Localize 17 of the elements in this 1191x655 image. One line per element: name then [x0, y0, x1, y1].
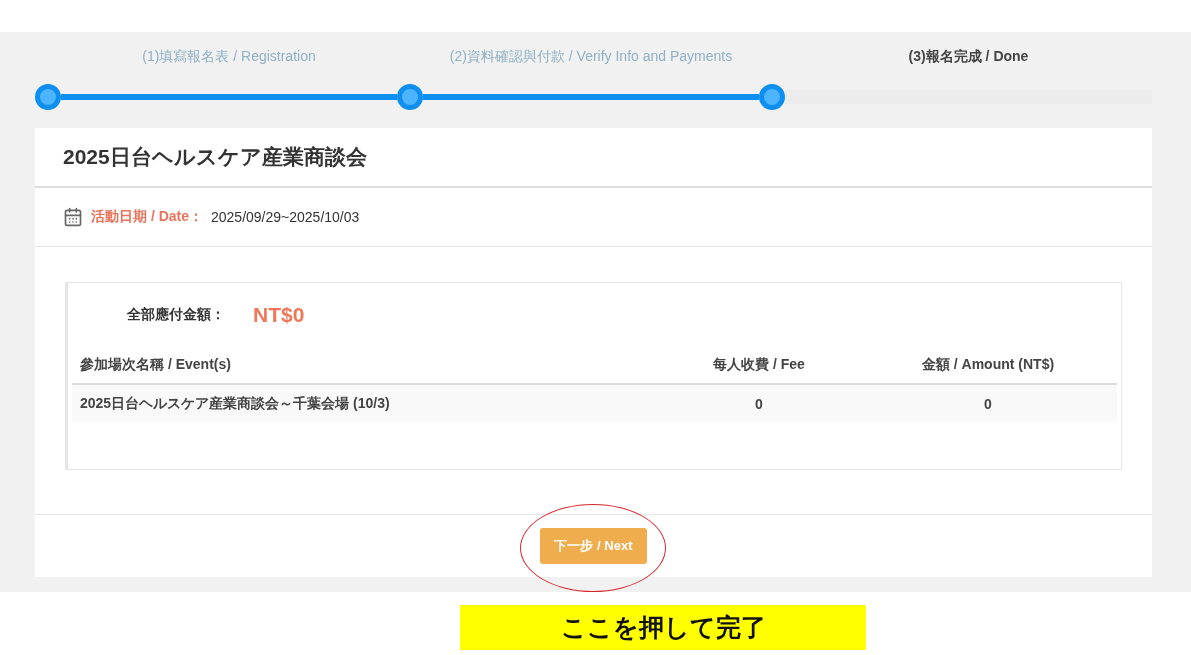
instruction-banner: ここを押して完了 — [460, 605, 866, 650]
step-dot — [759, 84, 785, 110]
table-cell: 0 — [659, 385, 859, 422]
date-label: 活動日期 / Date： — [91, 208, 203, 226]
table-cell: 0 — [859, 385, 1117, 422]
total-amount: NT$0 — [253, 303, 305, 327]
event-title: 2025日台ヘルスケア産業商談会 — [63, 144, 367, 170]
step-dot — [35, 84, 61, 110]
step-dot — [397, 84, 423, 110]
step-label: (1)填寫報名表 / Registration — [141, 47, 317, 66]
step-label: (2)資料確認與付款 / Verify Info and Payments — [448, 47, 734, 66]
next-button[interactable]: 下一步 / Next — [540, 528, 647, 564]
total-label: 全部應付金額： — [127, 306, 225, 324]
calendar-icon — [63, 207, 83, 227]
step-label: (3)報名完成 / Done — [907, 47, 1030, 66]
table-cell: 2025日台ヘルスケア産業商談会～千葉会場 (10/3) — [72, 385, 659, 422]
date-value: 2025/09/29~2025/10/03 — [211, 209, 360, 225]
